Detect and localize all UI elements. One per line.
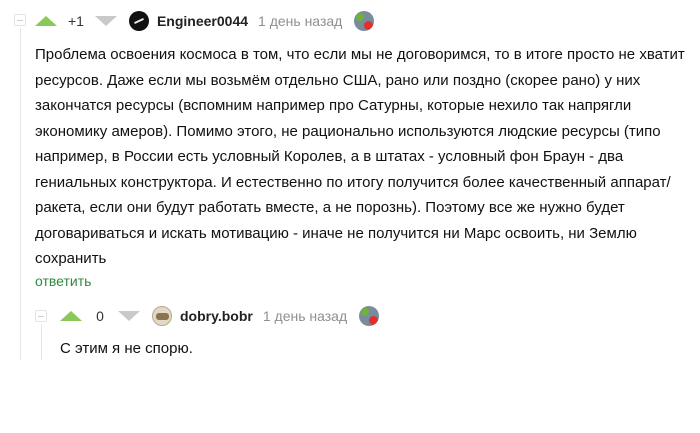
comment-text-line: гениальных конструктора. И естественно п… bbox=[35, 173, 671, 191]
comment-header: 0 dobry.bobr 1 день назад bbox=[60, 305, 380, 327]
collapse-thread-button[interactable] bbox=[14, 14, 26, 26]
comment-rating: 0 bbox=[96, 308, 104, 324]
comment-text-line: экономику амеров). Помимо этого, не раци… bbox=[35, 122, 661, 140]
comment-text-line: договариваться и искать мотивацию - инач… bbox=[35, 224, 637, 242]
upvote-icon[interactable] bbox=[60, 311, 82, 321]
downvote-icon[interactable] bbox=[118, 311, 140, 321]
comment-text-line: закончатся ресурсы (вспомним например пр… bbox=[35, 97, 632, 114]
comment-text-line: сохранить bbox=[35, 250, 107, 267]
comment-body: С этим я не спорю. bbox=[60, 336, 193, 362]
comment-text-line: С этим я не спорю. bbox=[60, 340, 193, 357]
thread-line bbox=[41, 324, 42, 360]
comment-body: Проблема освоения космоса в том, что есл… bbox=[35, 42, 685, 272]
reply-link[interactable]: ответить bbox=[35, 273, 91, 289]
avatar[interactable] bbox=[152, 306, 172, 326]
username[interactable]: dobry.bobr bbox=[180, 308, 253, 324]
timestamp[interactable]: 1 день назад bbox=[263, 308, 347, 324]
thread-line bbox=[20, 28, 21, 360]
comment-text-line: ресурсов. Даже если мы возьмём отдельно … bbox=[35, 71, 641, 89]
comment-rating: +1 bbox=[68, 13, 84, 29]
user-badge-icon[interactable] bbox=[359, 306, 380, 326]
collapse-thread-button[interactable] bbox=[35, 310, 47, 322]
downvote-icon[interactable] bbox=[94, 16, 117, 26]
comment-header: +1 Engineer0044 1 день назад bbox=[35, 10, 375, 32]
upvote-icon[interactable] bbox=[35, 16, 57, 26]
comment-text-line: ракета, если они будут работать вместе, … bbox=[35, 199, 625, 216]
comment-text-line: Проблема освоения космоса в том, что есл… bbox=[35, 46, 685, 63]
comment-text-line: например, в России есть условный Королев… bbox=[35, 148, 624, 165]
timestamp[interactable]: 1 день назад bbox=[258, 13, 342, 29]
avatar[interactable] bbox=[128, 11, 149, 31]
username[interactable]: Engineer0044 bbox=[157, 13, 248, 29]
user-badge-icon[interactable] bbox=[354, 11, 375, 31]
